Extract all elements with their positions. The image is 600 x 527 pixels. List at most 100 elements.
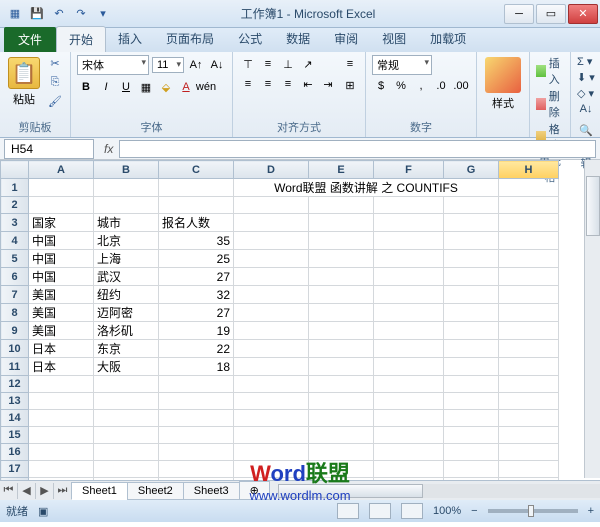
align-bottom-icon[interactable]: ⊥ xyxy=(279,55,297,73)
cell-A1[interactable] xyxy=(29,179,94,197)
decrease-indent-icon[interactable]: ⇤ xyxy=(299,75,317,93)
cell-A12[interactable] xyxy=(29,376,94,393)
cell-F7[interactable] xyxy=(374,286,444,304)
cell-E10[interactable] xyxy=(309,340,374,358)
cell-H16[interactable] xyxy=(499,444,559,461)
sheet-nav-first-icon[interactable]: ⏮ xyxy=(0,483,18,499)
cell-G10[interactable] xyxy=(444,340,499,358)
border-button[interactable]: ▦ xyxy=(137,78,155,96)
cell-F13[interactable] xyxy=(374,393,444,410)
name-box[interactable]: H54 xyxy=(4,139,94,159)
cell-B16[interactable] xyxy=(94,444,159,461)
cell-D15[interactable] xyxy=(234,427,309,444)
cell-B7[interactable]: 纽约 xyxy=(94,286,159,304)
cell-H4[interactable] xyxy=(499,232,559,250)
cell-H7[interactable] xyxy=(499,286,559,304)
number-format-combo[interactable]: 常规 xyxy=(372,55,432,75)
font-name-combo[interactable]: 宋体 xyxy=(77,55,149,75)
cell-D7[interactable] xyxy=(234,286,309,304)
fill-button[interactable]: ⬇ ▾ xyxy=(577,71,595,84)
cell-D12[interactable] xyxy=(234,376,309,393)
cell-F8[interactable] xyxy=(374,304,444,322)
ribbon-tab-6[interactable]: 视图 xyxy=(370,26,418,52)
cell-H9[interactable] xyxy=(499,322,559,340)
cell-A4[interactable]: 中国 xyxy=(29,232,94,250)
cell-C13[interactable] xyxy=(159,393,234,410)
cell-F6[interactable] xyxy=(374,268,444,286)
row-header-7[interactable]: 7 xyxy=(1,286,29,304)
cell-D1-merged[interactable]: Word联盟 函数讲解 之 COUNTIFS xyxy=(234,179,499,197)
cell-G3[interactable] xyxy=(444,214,499,232)
row-header-2[interactable]: 2 xyxy=(1,197,29,214)
delete-cells-button[interactable]: 删除 xyxy=(536,88,564,120)
cell-F14[interactable] xyxy=(374,410,444,427)
cell-G15[interactable] xyxy=(444,427,499,444)
page-layout-view-button[interactable] xyxy=(369,503,391,519)
ribbon-tab-4[interactable]: 数据 xyxy=(274,26,322,52)
align-top-icon[interactable]: ⊤ xyxy=(239,55,257,73)
row-header-18[interactable]: 18 xyxy=(1,478,29,481)
sheet-nav-last-icon[interactable]: ⏭ xyxy=(54,483,72,499)
col-header-H[interactable]: H xyxy=(499,161,559,179)
decrease-font-icon[interactable]: A↓ xyxy=(208,56,226,74)
excel-icon[interactable]: ▦ xyxy=(6,5,24,23)
row-header-15[interactable]: 15 xyxy=(1,427,29,444)
cell-A16[interactable] xyxy=(29,444,94,461)
col-header-G[interactable]: G xyxy=(444,161,499,179)
row-header-17[interactable]: 17 xyxy=(1,461,29,478)
qat-dropdown-icon[interactable]: ▾ xyxy=(94,5,112,23)
cell-C9[interactable]: 19 xyxy=(159,322,234,340)
cell-F9[interactable] xyxy=(374,322,444,340)
undo-icon[interactable]: ↶ xyxy=(50,5,68,23)
increase-decimal-icon[interactable]: .0 xyxy=(432,77,450,95)
sheet-tab-Sheet1[interactable]: Sheet1 xyxy=(71,482,128,500)
cell-H11[interactable] xyxy=(499,358,559,376)
file-tab[interactable]: 文件 xyxy=(4,27,56,52)
ribbon-tab-2[interactable]: 页面布局 xyxy=(154,26,226,52)
cut-icon[interactable]: ✂ xyxy=(46,55,64,71)
cell-G8[interactable] xyxy=(444,304,499,322)
cell-H3[interactable] xyxy=(499,214,559,232)
format-painter-icon[interactable]: 🖌 xyxy=(46,93,64,109)
sort-filter-icon[interactable]: A↓ xyxy=(577,100,595,118)
cell-H10[interactable] xyxy=(499,340,559,358)
row-header-4[interactable]: 4 xyxy=(1,232,29,250)
cell-B10[interactable]: 东京 xyxy=(94,340,159,358)
cell-H14[interactable] xyxy=(499,410,559,427)
cell-E13[interactable] xyxy=(309,393,374,410)
cell-G14[interactable] xyxy=(444,410,499,427)
ribbon-tab-3[interactable]: 公式 xyxy=(226,26,274,52)
cell-A13[interactable] xyxy=(29,393,94,410)
cell-G13[interactable] xyxy=(444,393,499,410)
zoom-out-button[interactable]: − xyxy=(471,505,477,517)
cell-A8[interactable]: 美国 xyxy=(29,304,94,322)
merge-center-button[interactable]: ⊞ xyxy=(341,76,359,94)
cell-C17[interactable] xyxy=(159,461,234,478)
clear-button[interactable]: ◇ ▾ xyxy=(577,87,595,100)
fill-color-button[interactable]: ⬙ xyxy=(157,78,175,96)
cell-F12[interactable] xyxy=(374,376,444,393)
cell-G6[interactable] xyxy=(444,268,499,286)
cell-A10[interactable]: 日本 xyxy=(29,340,94,358)
cell-C5[interactable]: 25 xyxy=(159,250,234,268)
cell-E3[interactable] xyxy=(309,214,374,232)
cell-A11[interactable]: 日本 xyxy=(29,358,94,376)
cell-E18[interactable] xyxy=(309,478,374,481)
cell-A3[interactable]: 国家 xyxy=(29,214,94,232)
ribbon-tab-5[interactable]: 审阅 xyxy=(322,26,370,52)
row-header-10[interactable]: 10 xyxy=(1,340,29,358)
maximize-button[interactable]: ▭ xyxy=(536,4,566,24)
cell-H18[interactable] xyxy=(499,478,559,481)
cell-B11[interactable]: 大阪 xyxy=(94,358,159,376)
cell-B5[interactable]: 上海 xyxy=(94,250,159,268)
cell-C14[interactable] xyxy=(159,410,234,427)
comma-icon[interactable]: , xyxy=(412,77,430,95)
paste-button[interactable]: 📋 粘贴 xyxy=(6,55,42,109)
cell-E2[interactable] xyxy=(309,197,374,214)
col-header-B[interactable]: B xyxy=(94,161,159,179)
zoom-percent[interactable]: 100% xyxy=(433,505,461,517)
italic-button[interactable]: I xyxy=(97,78,115,96)
cell-F15[interactable] xyxy=(374,427,444,444)
row-header-9[interactable]: 9 xyxy=(1,322,29,340)
find-select-icon[interactable]: 🔍 xyxy=(577,121,595,139)
